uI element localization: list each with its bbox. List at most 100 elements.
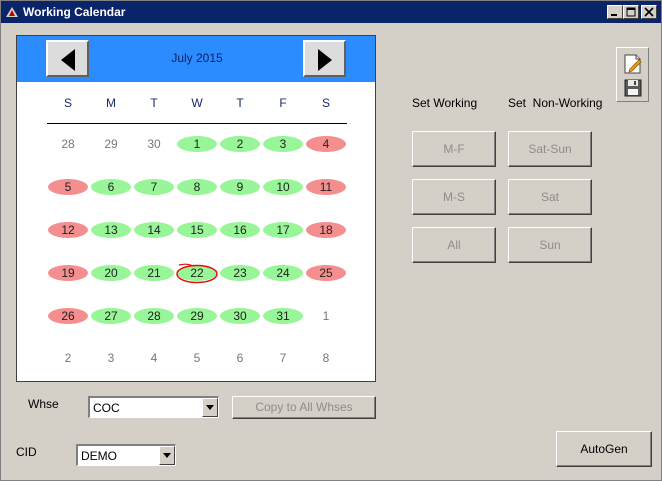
minimize-icon: [611, 14, 617, 16]
day-cell[interactable]: 1: [306, 308, 346, 324]
day-cell[interactable]: 3: [263, 136, 303, 152]
cid-value: DEMO: [81, 449, 117, 463]
maximize-icon: [626, 7, 636, 17]
day-cell[interactable]: 25: [306, 265, 346, 281]
day-number: 12: [61, 223, 75, 237]
day-number: 27: [104, 309, 118, 323]
day-cell[interactable]: 2: [48, 350, 88, 366]
calendar: July 2015 SMTWTFS 28 29 30 1 2 3 4 5 6 7 8 9 10 11 12 1…: [16, 35, 376, 382]
day-cell[interactable]: 8: [306, 350, 346, 366]
day-number: 4: [150, 351, 158, 365]
day-cell[interactable]: 31: [263, 308, 303, 324]
day-number: 8: [193, 180, 201, 194]
cid-dropdown-button[interactable]: [159, 446, 175, 465]
toolbar: [616, 47, 649, 102]
day-number: 3: [279, 137, 287, 151]
day-cell[interactable]: 14: [134, 222, 174, 238]
autogen-button[interactable]: AutoGen: [556, 431, 652, 467]
set-working-mf-button[interactable]: M-F: [412, 131, 496, 167]
day-number: 5: [64, 180, 72, 194]
whse-value: COC: [93, 401, 120, 415]
set-nonworking-sun-button[interactable]: Sun: [508, 227, 592, 263]
month-label: July 2015: [171, 51, 223, 65]
day-cell[interactable]: 28: [134, 308, 174, 324]
day-cell[interactable]: 11: [306, 179, 346, 195]
day-number: 18: [319, 223, 333, 237]
day-cell[interactable]: 26: [48, 308, 88, 324]
day-number: 8: [322, 351, 330, 365]
day-number: 20: [104, 266, 118, 280]
set-nonworking-label: Set Non-Working: [508, 96, 603, 110]
whse-dropdown-button[interactable]: [202, 398, 218, 417]
day-cell[interactable]: 6: [220, 350, 260, 366]
day-cell-selected[interactable]: 22: [176, 263, 218, 284]
weekday-header: M: [106, 96, 116, 110]
maximize-button[interactable]: [623, 5, 639, 19]
day-cell[interactable]: 6: [91, 179, 131, 195]
chevron-down-icon: [163, 453, 171, 458]
day-number: 15: [190, 223, 204, 237]
next-month-button[interactable]: [303, 40, 346, 77]
day-cell[interactable]: 3: [91, 350, 131, 366]
day-number: 7: [150, 180, 158, 194]
weekday-header: T: [236, 96, 244, 110]
day-cell[interactable]: 2: [220, 136, 260, 152]
chevron-down-icon: [206, 405, 214, 410]
day-number: 1: [322, 309, 330, 323]
whse-select[interactable]: COC: [88, 396, 219, 418]
day-number: 10: [276, 180, 290, 194]
arrow-right-icon: [318, 49, 332, 71]
day-cell[interactable]: 4: [134, 350, 174, 366]
day-number: 11: [319, 180, 333, 194]
day-cell[interactable]: 10: [263, 179, 303, 195]
day-cell[interactable]: 16: [220, 222, 260, 238]
day-cell[interactable]: 5: [177, 350, 217, 366]
day-number: 23: [233, 266, 247, 280]
day-cell[interactable]: 5: [48, 179, 88, 195]
day-cell[interactable]: 28: [48, 136, 88, 152]
day-cell[interactable]: 7: [134, 179, 174, 195]
day-number: 9: [236, 180, 244, 194]
day-cell[interactable]: 30: [134, 136, 174, 152]
close-button[interactable]: [641, 5, 657, 19]
title-bar[interactable]: Working Calendar: [1, 1, 661, 23]
set-working-all-button[interactable]: All: [412, 227, 496, 263]
edit-page-icon: [624, 54, 642, 74]
day-cell[interactable]: 8: [177, 179, 217, 195]
day-cell[interactable]: 12: [48, 222, 88, 238]
day-cell[interactable]: 9: [220, 179, 260, 195]
day-cell[interactable]: 15: [177, 222, 217, 238]
set-nonworking-sat-button[interactable]: Sat: [508, 179, 592, 215]
day-number: 29: [190, 309, 204, 323]
day-cell[interactable]: 21: [134, 265, 174, 281]
edit-button[interactable]: [622, 53, 644, 75]
save-button[interactable]: [622, 77, 644, 99]
day-cell[interactable]: 29: [91, 136, 131, 152]
day-cell[interactable]: 23: [220, 265, 260, 281]
day-cell[interactable]: 4: [306, 136, 346, 152]
day-cell[interactable]: 30: [220, 308, 260, 324]
day-cell[interactable]: 18: [306, 222, 346, 238]
day-number: 21: [147, 266, 161, 280]
day-cell[interactable]: 19: [48, 265, 88, 281]
set-working-ms-button[interactable]: M-S: [412, 179, 496, 215]
day-cell[interactable]: 20: [91, 265, 131, 281]
copy-to-all-whses-button[interactable]: Copy to All Whses: [232, 396, 376, 419]
set-nonworking-satsun-button[interactable]: Sat-Sun: [508, 131, 592, 167]
day-cell[interactable]: 17: [263, 222, 303, 238]
weekday-header: W: [191, 96, 203, 110]
day-cell[interactable]: 29: [177, 308, 217, 324]
window-title: Working Calendar: [23, 5, 126, 19]
day-number: 4: [322, 137, 330, 151]
weekday-divider: [47, 123, 347, 124]
day-number: 26: [61, 309, 75, 323]
day-cell[interactable]: 27: [91, 308, 131, 324]
day-cell[interactable]: 13: [91, 222, 131, 238]
cid-label: CID: [16, 445, 37, 459]
day-cell[interactable]: 7: [263, 350, 303, 366]
prev-month-button[interactable]: [46, 40, 89, 77]
minimize-button[interactable]: [607, 5, 623, 19]
cid-select[interactable]: DEMO: [76, 444, 176, 466]
day-cell[interactable]: 24: [263, 265, 303, 281]
day-cell[interactable]: 1: [177, 136, 217, 152]
